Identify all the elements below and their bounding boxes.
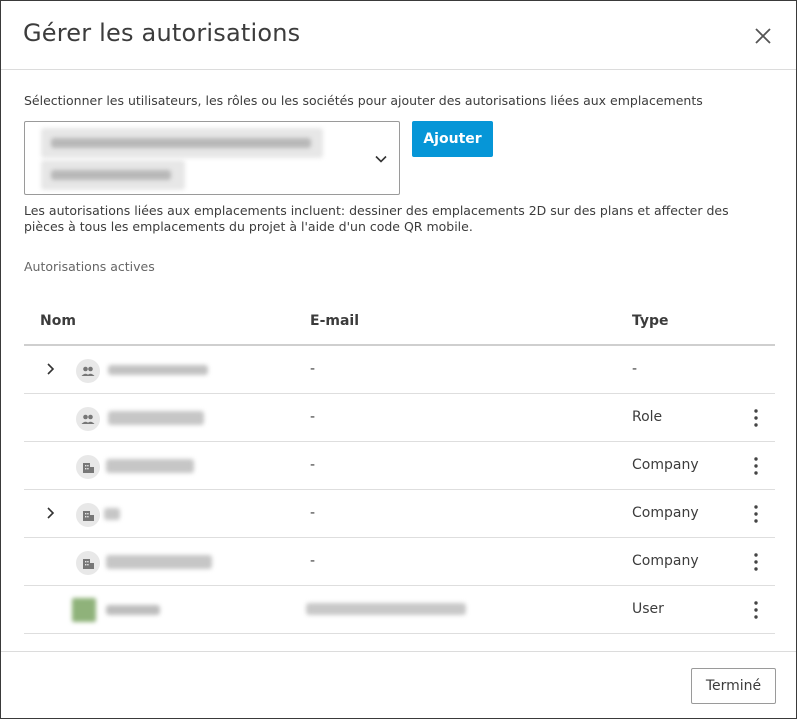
email-cell: - [310, 409, 316, 425]
more-options-icon[interactable] [748, 407, 764, 429]
table-header: Nom E-mail Type [24, 298, 775, 346]
footer-divider [1, 651, 796, 652]
type-cell: Company [632, 553, 699, 569]
table-row[interactable]: - Company [24, 442, 775, 490]
email-cell: - [310, 553, 316, 569]
dialog-header: Gérer les autorisations [1, 1, 796, 70]
company-avatar [76, 503, 100, 527]
active-permissions-label: Autorisations actives [24, 259, 155, 274]
redacted-name [106, 459, 194, 473]
info-text: Les autorisations liées aux emplacements… [24, 203, 729, 234]
table-row[interactable]: - Company [24, 490, 775, 538]
email-cell: - [310, 457, 316, 473]
company-icon [83, 511, 94, 521]
more-options-icon[interactable] [748, 503, 764, 525]
column-header-email[interactable]: E-mail [310, 313, 359, 329]
table-row[interactable]: User [24, 586, 775, 634]
dialog-title: Gérer les autorisations [23, 19, 301, 47]
permissions-table: Nom E-mail Type - - - Role - Company - C… [24, 298, 775, 634]
redacted-text [51, 138, 311, 148]
redacted-name [108, 365, 208, 375]
table-row[interactable]: - - [24, 346, 775, 394]
redacted-text [51, 170, 171, 180]
chevron-right-icon[interactable] [44, 361, 58, 377]
type-cell: User [632, 601, 664, 617]
group-icon [81, 414, 95, 424]
table-row[interactable]: - Company [24, 538, 775, 586]
company-avatar [76, 455, 100, 479]
more-options-icon[interactable] [748, 599, 764, 621]
close-icon [755, 28, 771, 44]
more-options-icon[interactable] [748, 551, 764, 573]
company-avatar [76, 551, 100, 575]
chevron-right-icon[interactable] [44, 505, 58, 521]
member-selector[interactable] [24, 121, 400, 195]
redacted-name [106, 555, 212, 569]
table-row[interactable]: - Role [24, 394, 775, 442]
redacted-name [108, 411, 204, 425]
company-icon [83, 559, 94, 569]
group-avatar [76, 359, 100, 383]
redacted-name [106, 605, 160, 615]
column-header-name[interactable]: Nom [40, 313, 76, 329]
instruction-text: Sélectionner les utilisateurs, les rôles… [24, 93, 703, 108]
company-icon [83, 463, 94, 473]
manage-permissions-dialog: Gérer les autorisations Sélectionner les… [0, 0, 797, 719]
group-icon [81, 366, 95, 376]
type-cell: Company [632, 505, 699, 521]
email-cell: - [310, 505, 316, 521]
type-cell: - [632, 361, 638, 377]
email-cell: - [310, 361, 316, 377]
more-options-icon[interactable] [748, 455, 764, 477]
group-avatar [76, 407, 100, 431]
column-header-type[interactable]: Type [632, 313, 669, 329]
chevron-down-icon[interactable] [373, 151, 389, 167]
user-avatar [72, 598, 96, 622]
add-button[interactable]: Ajouter [412, 121, 493, 157]
type-cell: Company [632, 457, 699, 473]
close-button[interactable] [749, 22, 777, 50]
redacted-name [104, 508, 120, 520]
done-button[interactable]: Terminé [691, 668, 776, 704]
redacted-email [306, 603, 466, 615]
type-cell: Role [632, 409, 663, 425]
